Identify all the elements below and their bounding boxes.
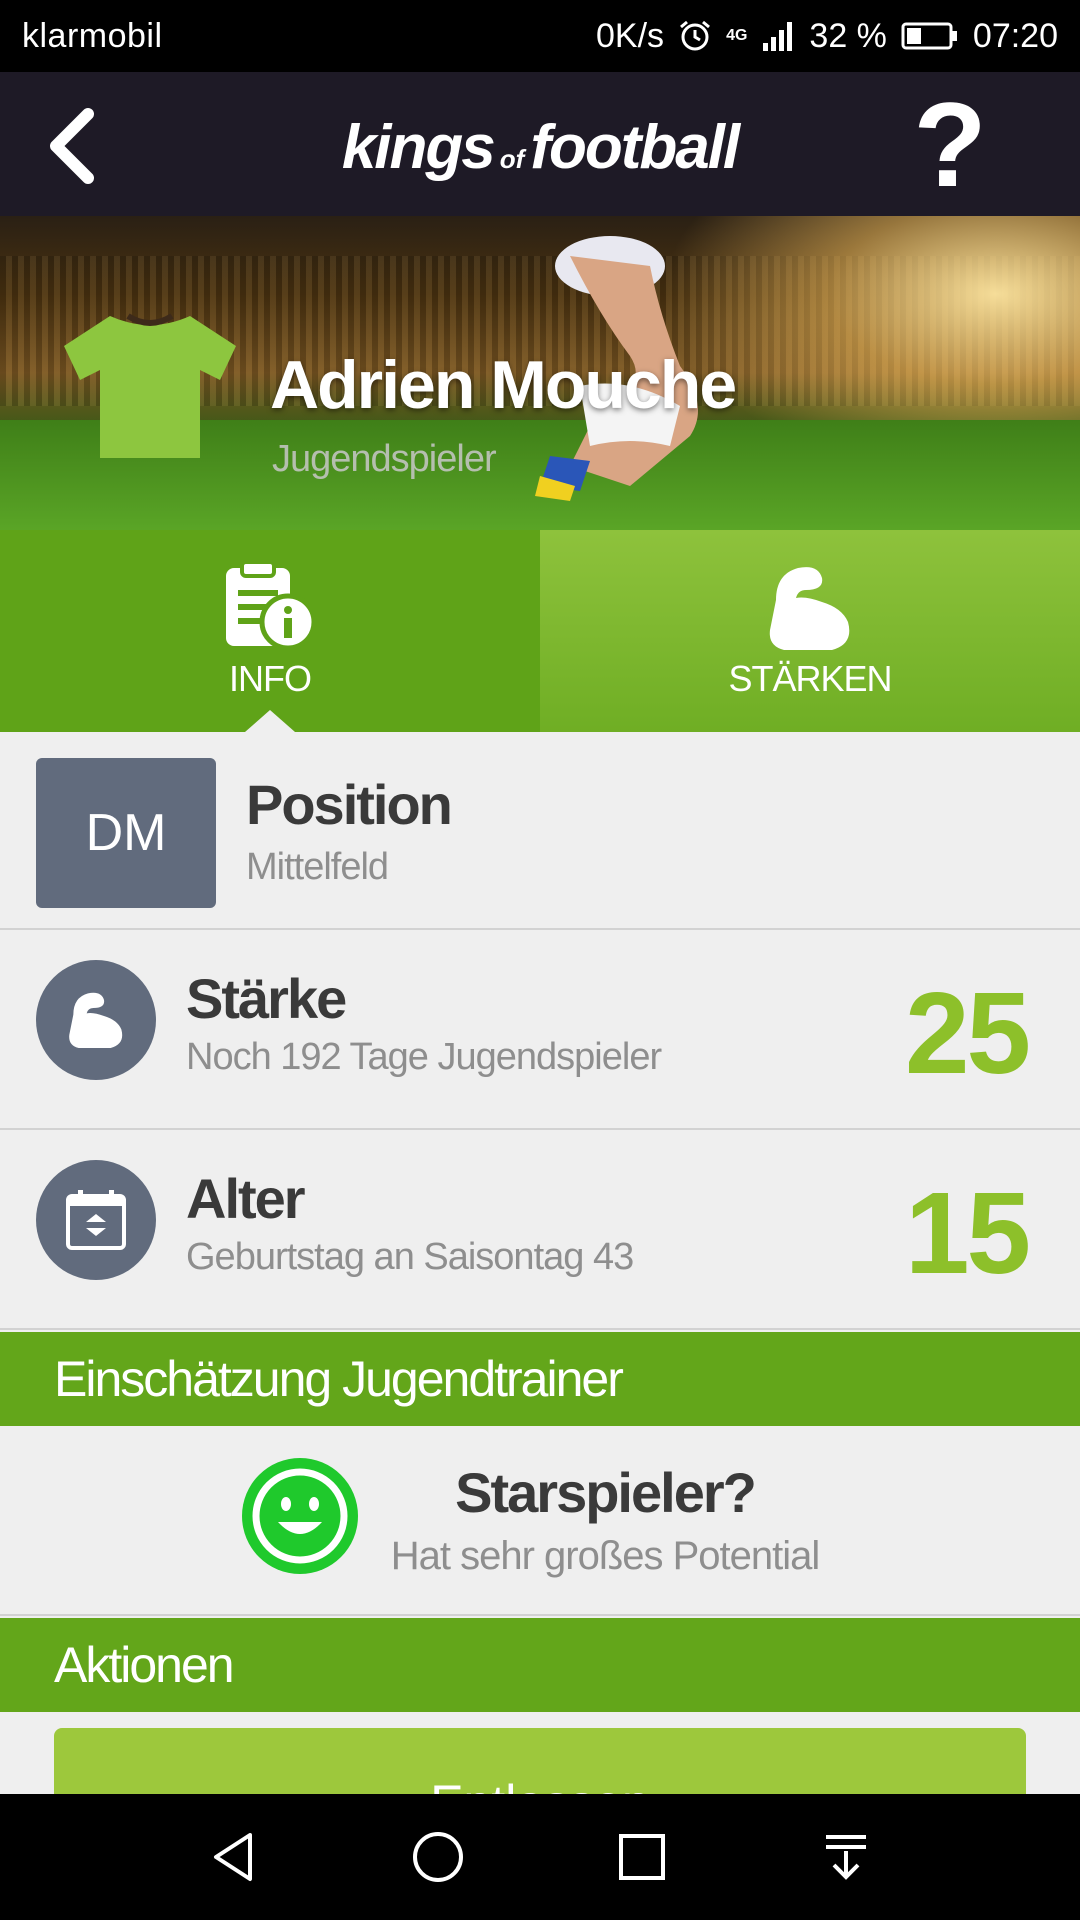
assessment-section-header: Einschätzung Jugendtrainer [0,1332,1080,1426]
position-badge: DM [36,758,216,908]
clock: 07:20 [972,16,1058,55]
player-hero-banner: Adrien Mouche Jugendspieler [0,216,1080,530]
strength-value: 25 [904,968,1031,1098]
age-value: 15 [904,1168,1031,1298]
jersey-icon [64,313,236,458]
clipboard-info-icon [226,560,317,650]
nav-home-icon[interactable] [408,1827,468,1887]
battery-percent: 32 % [809,16,887,55]
logo-football: football [530,113,740,182]
active-tab-indicator [245,710,295,732]
age-subtitle: Geburtstag an Saisontag 43 [186,1236,634,1278]
player-role: Jugendspieler [272,438,497,480]
nav-recents-icon[interactable] [612,1827,672,1887]
tab-info[interactable]: INFO [0,530,540,732]
strength-subtitle: Noch 192 Tage Jugendspieler [186,1036,662,1078]
battery-icon [901,22,957,50]
strength-title: Stärke [186,967,347,1030]
actions-section-header: Aktionen [0,1618,1080,1712]
player-name: Adrien Mouche [270,347,737,423]
position-value: Mittelfeld [246,846,389,888]
signal-icon [763,22,793,51]
help-button[interactable]: ? [910,85,990,205]
carrier-name: klarmobil [22,16,163,55]
position-row: DM Position Mittelfeld [0,732,1080,930]
strength-icon [36,960,156,1080]
tab-staerken[interactable]: STÄRKEN [540,530,1080,732]
tab-staerken-label: STÄRKEN [728,658,892,699]
strength-row: Stärke Noch 192 Tage Jugendspieler 25 [0,930,1080,1130]
flexed-arm-icon [69,992,123,1048]
assessment-card: Starspieler? Hat sehr großes Potential [0,1426,1080,1616]
assessment-title: Starspieler? [455,1461,757,1524]
alarm-icon [680,20,711,51]
calendar-icon-circle [36,1160,156,1280]
position-title: Position [246,773,453,836]
system-navigation-bar [0,1794,1080,1920]
app-header: kings offootball ? [0,72,1080,216]
smiley-icon [242,1458,358,1574]
logo-of: of [499,144,525,174]
network-speed: 0K/s [596,16,665,55]
flexed-arm-icon [769,567,850,650]
calendar-icon [66,1190,126,1250]
assessment-subtitle: Hat sehr großes Potential [390,1534,821,1578]
age-row: Alter Geburtstag an Saisontag 43 15 [0,1130,1080,1330]
network-type: 4G [726,27,748,44]
status-bar: klarmobil 0K/s 4G 32 % 07:20 [0,0,1080,72]
logo-kings: kings [341,113,496,182]
nav-back-icon[interactable] [204,1827,264,1887]
tab-info-label: INFO [229,658,312,699]
nav-notifications-icon[interactable] [816,1827,876,1887]
age-title: Alter [186,1167,306,1230]
tab-bar: INFO STÄRKEN [0,530,1080,732]
